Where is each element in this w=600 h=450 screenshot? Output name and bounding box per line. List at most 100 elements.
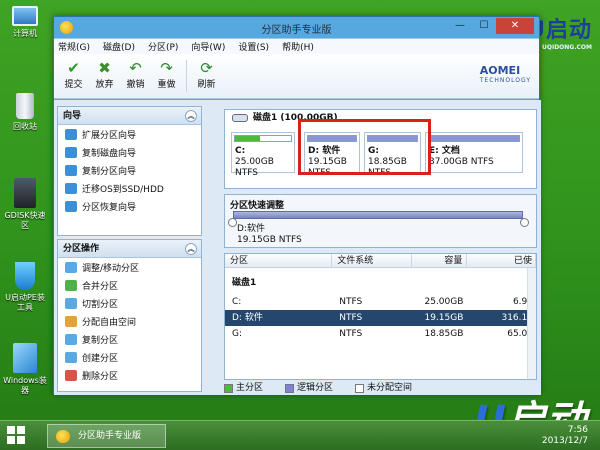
legend-item-unallocated: 未分配空间	[355, 382, 412, 394]
disk-icon	[232, 114, 248, 122]
op-split[interactable]: 切割分区	[58, 294, 201, 312]
table-row[interactable]: G: NTFS 18.85GB 65.03	[225, 326, 536, 342]
table-row-selected[interactable]: D: 软件 NTFS 19.15GB 316.18	[225, 310, 536, 326]
discard-label: 放弃	[95, 80, 114, 90]
wizard-panel-title: 向导	[63, 111, 82, 121]
undo-button[interactable]: ↶ 撤销	[120, 54, 151, 98]
system-clock[interactable]: 7:56 2013/12/7	[542, 425, 588, 447]
allocate-icon	[65, 315, 77, 327]
redo-button[interactable]: ↷ 重做	[151, 54, 182, 98]
op-merge[interactable]: 合并分区	[58, 276, 201, 294]
list-scrollbar[interactable]	[527, 268, 536, 379]
wizard-icon	[65, 182, 77, 194]
op-label: 合并分区	[82, 281, 119, 292]
legend-label: 逻辑分区	[297, 383, 334, 393]
close-button[interactable]: ✕	[496, 18, 534, 34]
partition-usage-bar	[234, 135, 292, 142]
menu-general[interactable]: 常规(G)	[58, 40, 90, 53]
op-allocate-free[interactable]: 分配自由空间	[58, 312, 201, 330]
refresh-button[interactable]: ⟳ 刷新	[191, 54, 222, 98]
slider-right-handle[interactable]	[520, 218, 529, 227]
split-icon	[65, 297, 77, 309]
partition-usage-fill	[235, 136, 261, 141]
list-group-disk[interactable]: 磁盘1	[225, 268, 536, 294]
wizard-item-label: 扩展分区向导	[82, 130, 137, 141]
toolbar: ✔ 提交 ✖ 放弃 ↶ 撤销 ↷ 重做 ⟳ 刷新 AOMEI TECHNOLOG…	[54, 54, 539, 99]
column-header-capacity[interactable]: 容量	[412, 254, 468, 267]
op-copy[interactable]: 复制分区	[58, 330, 201, 348]
undo-label: 撤销	[126, 80, 145, 90]
menu-wizard[interactable]: 向导(W)	[191, 40, 225, 53]
desktop-icon-upe[interactable]: U启动PE装工具	[2, 262, 48, 313]
toolbar-separator	[186, 60, 187, 92]
main-content: 向导 ︽ 扩展分区向导 复制磁盘向导 复制分区向导 迁移OS到SSD/HDD 分…	[54, 100, 541, 395]
partition-size-slider[interactable]	[233, 211, 523, 219]
op-label: 复制分区	[82, 335, 119, 346]
desktop-icon-computer[interactable]: 计算机	[2, 6, 48, 39]
desktop-icon-recycle-bin[interactable]: 回收站	[2, 93, 48, 132]
maximize-button[interactable]: ☐	[472, 18, 496, 34]
partition-block-e[interactable]: E: 文档 37.00GB NTFS	[425, 132, 523, 173]
discard-button[interactable]: ✖ 放弃	[89, 54, 120, 98]
legend-label: 未分配空间	[367, 383, 413, 393]
desktop-icon-windows-installer[interactable]: Windows装器	[2, 343, 48, 396]
wizard-panel-header[interactable]: 向导 ︽	[58, 107, 201, 125]
row-used: 316.18	[501, 313, 533, 323]
windows-installer-icon	[13, 343, 37, 373]
menu-partition[interactable]: 分区(P)	[148, 40, 178, 53]
desktop-icon-label: U启动PE装工具	[5, 293, 45, 312]
menu-help[interactable]: 帮助(H)	[282, 40, 314, 53]
table-row[interactable]: C: NTFS 25.00GB 6.99	[225, 294, 536, 310]
title-bar[interactable]: 分区助手专业版 — ☐ ✕	[54, 17, 539, 38]
wizard-item-copy-partition[interactable]: 复制分区向导	[58, 161, 201, 179]
highlight-box	[298, 119, 431, 175]
wizard-icon	[65, 146, 77, 158]
menu-settings[interactable]: 设置(S)	[238, 40, 269, 53]
minimize-button[interactable]: —	[448, 18, 472, 34]
legend-swatch	[285, 383, 295, 393]
column-header-used[interactable]: 已使	[467, 254, 536, 267]
wizard-item-extend[interactable]: 扩展分区向导	[58, 125, 201, 143]
desktop-icon-label: 计算机	[13, 29, 37, 38]
op-create[interactable]: 创建分区	[58, 348, 201, 366]
app-window: 分区助手专业版 — ☐ ✕ 常规(G) 磁盘(D) 分区(P) 向导(W) 设置…	[53, 16, 541, 395]
partition-ops-header[interactable]: 分区操作 ︽	[58, 240, 201, 258]
wizard-item-recovery[interactable]: 分区恢复向导	[58, 197, 201, 215]
refresh-label: 刷新	[197, 80, 216, 90]
op-label: 分配自由空间	[82, 317, 137, 328]
partition-block-c[interactable]: C: 25.00GB NTFS	[231, 132, 295, 178]
legend-label: 主分区	[236, 383, 264, 393]
wizard-item-label: 复制磁盘向导	[82, 148, 137, 159]
partition-usage-bar	[428, 135, 520, 142]
refresh-icon: ⟳	[200, 59, 213, 77]
apply-button[interactable]: ✔ 提交	[58, 54, 89, 98]
collapse-icon[interactable]: ︽	[185, 243, 197, 255]
x-icon: ✖	[98, 59, 111, 77]
partition-name: C:	[235, 146, 246, 156]
collapse-icon[interactable]: ︽	[185, 110, 197, 122]
start-button[interactable]	[7, 426, 27, 446]
column-header-partition[interactable]: 分区	[225, 254, 333, 267]
slider-left-handle[interactable]	[228, 218, 237, 227]
window-controls: — ☐ ✕	[448, 18, 534, 34]
menu-disk[interactable]: 磁盘(D)	[103, 40, 135, 53]
computer-icon	[12, 6, 38, 26]
aomei-logo: AOMEI TECHNOLOGY	[480, 64, 531, 84]
clock-time: 7:56	[567, 425, 588, 435]
taskbar-app-button[interactable]: 分区助手专业版	[47, 424, 166, 448]
quick-adjust-panel: 分区快速调整 D:软件 19.15GB NTFS	[224, 194, 537, 248]
undo-icon: ↶	[129, 59, 142, 77]
wizard-item-label: 分区恢复向导	[82, 202, 137, 213]
desktop-icon-gdisk[interactable]: GDISK快速区	[2, 178, 48, 231]
op-resize-move[interactable]: 调整/移动分区	[58, 258, 201, 276]
column-header-filesystem[interactable]: 文件系统	[332, 254, 412, 267]
check-icon: ✔	[67, 59, 80, 77]
wizard-item-copy-disk[interactable]: 复制磁盘向导	[58, 143, 201, 161]
partition-usage-fill	[429, 136, 519, 141]
wizard-item-migrate-os[interactable]: 迁移OS到SSD/HDD	[58, 179, 201, 197]
windows-logo-icon	[7, 426, 15, 434]
row-capacity: 18.85GB	[424, 329, 464, 339]
legend-swatch	[224, 383, 233, 393]
op-delete[interactable]: 删除分区	[58, 366, 201, 384]
windows-logo-icon	[7, 436, 15, 444]
